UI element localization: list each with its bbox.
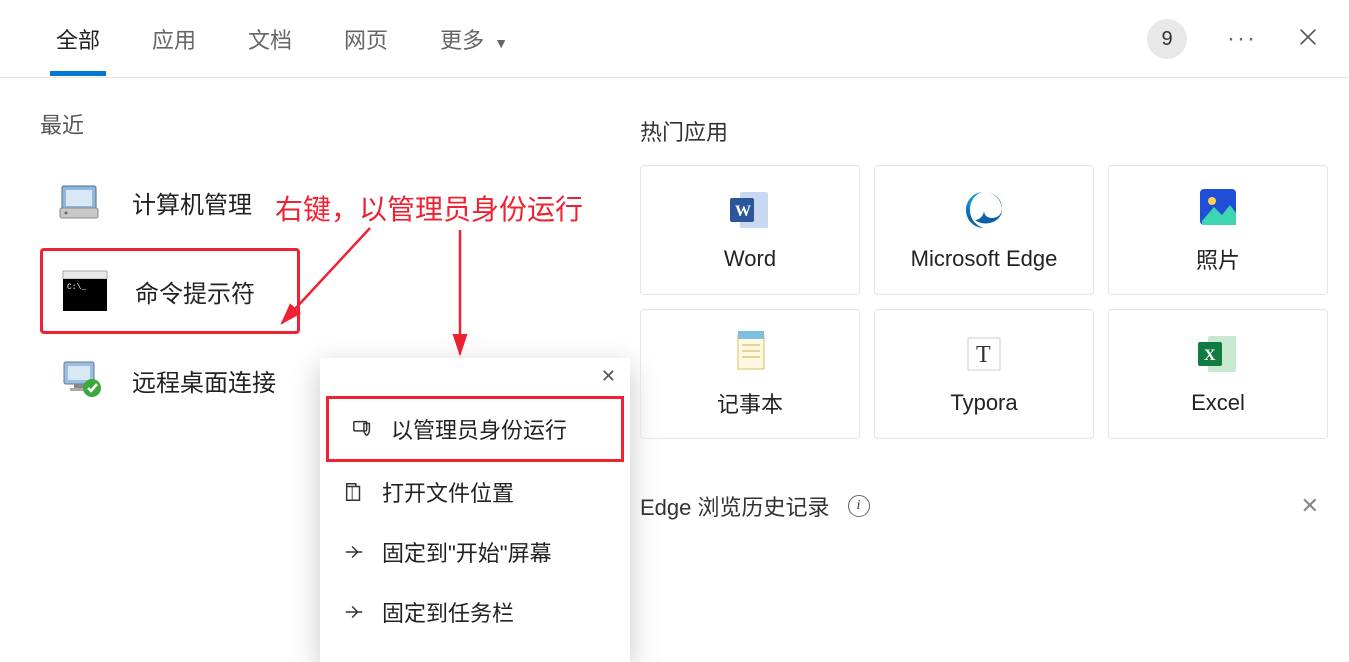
svg-text:W: W (735, 203, 751, 220)
app-label: Microsoft Edge (911, 246, 1058, 272)
recent-item-label: 远程桌面连接 (132, 363, 276, 398)
context-menu-close[interactable]: ✕ (601, 366, 616, 387)
svg-text:X: X (1204, 347, 1216, 364)
photos-icon (1196, 185, 1240, 229)
close-button[interactable] (1297, 26, 1319, 53)
tab-all[interactable]: 全部 (30, 3, 126, 75)
tab-apps[interactable]: 应用 (126, 3, 222, 75)
notification-badge[interactable]: 9 (1147, 19, 1187, 59)
app-edge[interactable]: Microsoft Edge (874, 165, 1094, 295)
excel-icon: X (1196, 332, 1240, 376)
app-label: 照片 (1196, 243, 1240, 275)
recent-item-label: 计算机管理 (132, 185, 252, 220)
shield-icon (351, 417, 375, 441)
recent-item-cmd[interactable]: C:\_ 命令提示符 (40, 248, 300, 334)
ctx-item-label: 固定到任务栏 (382, 596, 514, 628)
close-icon (1297, 26, 1319, 48)
edge-icon (962, 188, 1006, 232)
computer-management-icon (58, 178, 106, 226)
context-menu: ✕ 以管理员身份运行 打开文件位置 固定到"开始"屏幕 固定到任务栏 (320, 358, 630, 662)
app-word[interactable]: W Word (640, 165, 860, 295)
notepad-icon (728, 329, 772, 373)
app-excel[interactable]: X Excel (1108, 309, 1328, 439)
ctx-item-label: 以管理员身份运行 (391, 413, 567, 445)
tab-more[interactable]: 更多 ▼ (414, 3, 534, 75)
ctx-pin-start[interactable]: 固定到"开始"屏幕 (320, 522, 630, 582)
ctx-run-as-admin[interactable]: 以管理员身份运行 (326, 396, 624, 462)
info-icon[interactable]: i (848, 495, 870, 517)
ctx-open-location[interactable]: 打开文件位置 (320, 462, 630, 522)
ctx-pin-taskbar[interactable]: 固定到任务栏 (320, 582, 630, 642)
app-notepad[interactable]: 记事本 (640, 309, 860, 439)
chevron-down-icon: ▼ (494, 35, 508, 51)
ctx-item-label: 固定到"开始"屏幕 (382, 536, 552, 568)
word-icon: W (728, 188, 772, 232)
typora-icon: T (962, 332, 1006, 376)
app-photos[interactable]: 照片 (1108, 165, 1328, 295)
folder-icon (342, 480, 366, 504)
remote-desktop-icon (58, 356, 106, 404)
app-label: Word (724, 246, 776, 272)
tabs: 全部 应用 文档 网页 更多 ▼ (0, 3, 534, 75)
recent-item-label: 命令提示符 (135, 274, 255, 309)
app-label: Excel (1191, 390, 1245, 416)
pin-taskbar-icon (342, 600, 366, 624)
cmd-icon: C:\_ (61, 267, 109, 315)
history-close[interactable]: ✕ (1301, 493, 1319, 519)
popular-section: 热门应用 W Word Microsoft Edge 照片 记事本 (640, 115, 1329, 439)
ctx-item-label: 打开文件位置 (382, 476, 514, 508)
top-right: 9 ··· (1147, 0, 1319, 78)
svg-text:C:\_: C:\_ (67, 283, 86, 292)
history-row: Edge 浏览历史记录 i ✕ (640, 490, 1319, 522)
svg-text:T: T (976, 342, 991, 368)
app-grid: W Word Microsoft Edge 照片 记事本 T T (640, 165, 1329, 439)
more-options-icon[interactable]: ··· (1227, 25, 1257, 53)
tab-docs[interactable]: 文档 (222, 3, 318, 75)
pin-icon (342, 540, 366, 564)
popular-label: 热门应用 (640, 115, 1329, 147)
history-label: Edge 浏览历史记录 (640, 490, 830, 522)
app-typora[interactable]: T Typora (874, 309, 1094, 439)
top-bar: 全部 应用 文档 网页 更多 ▼ 9 ··· (0, 0, 1349, 78)
recent-item-computer-management[interactable]: 计算机管理 (40, 162, 600, 242)
tab-web[interactable]: 网页 (318, 3, 414, 75)
app-label: 记事本 (717, 387, 783, 419)
tab-more-label: 更多 (440, 28, 484, 53)
app-label: Typora (950, 390, 1017, 416)
